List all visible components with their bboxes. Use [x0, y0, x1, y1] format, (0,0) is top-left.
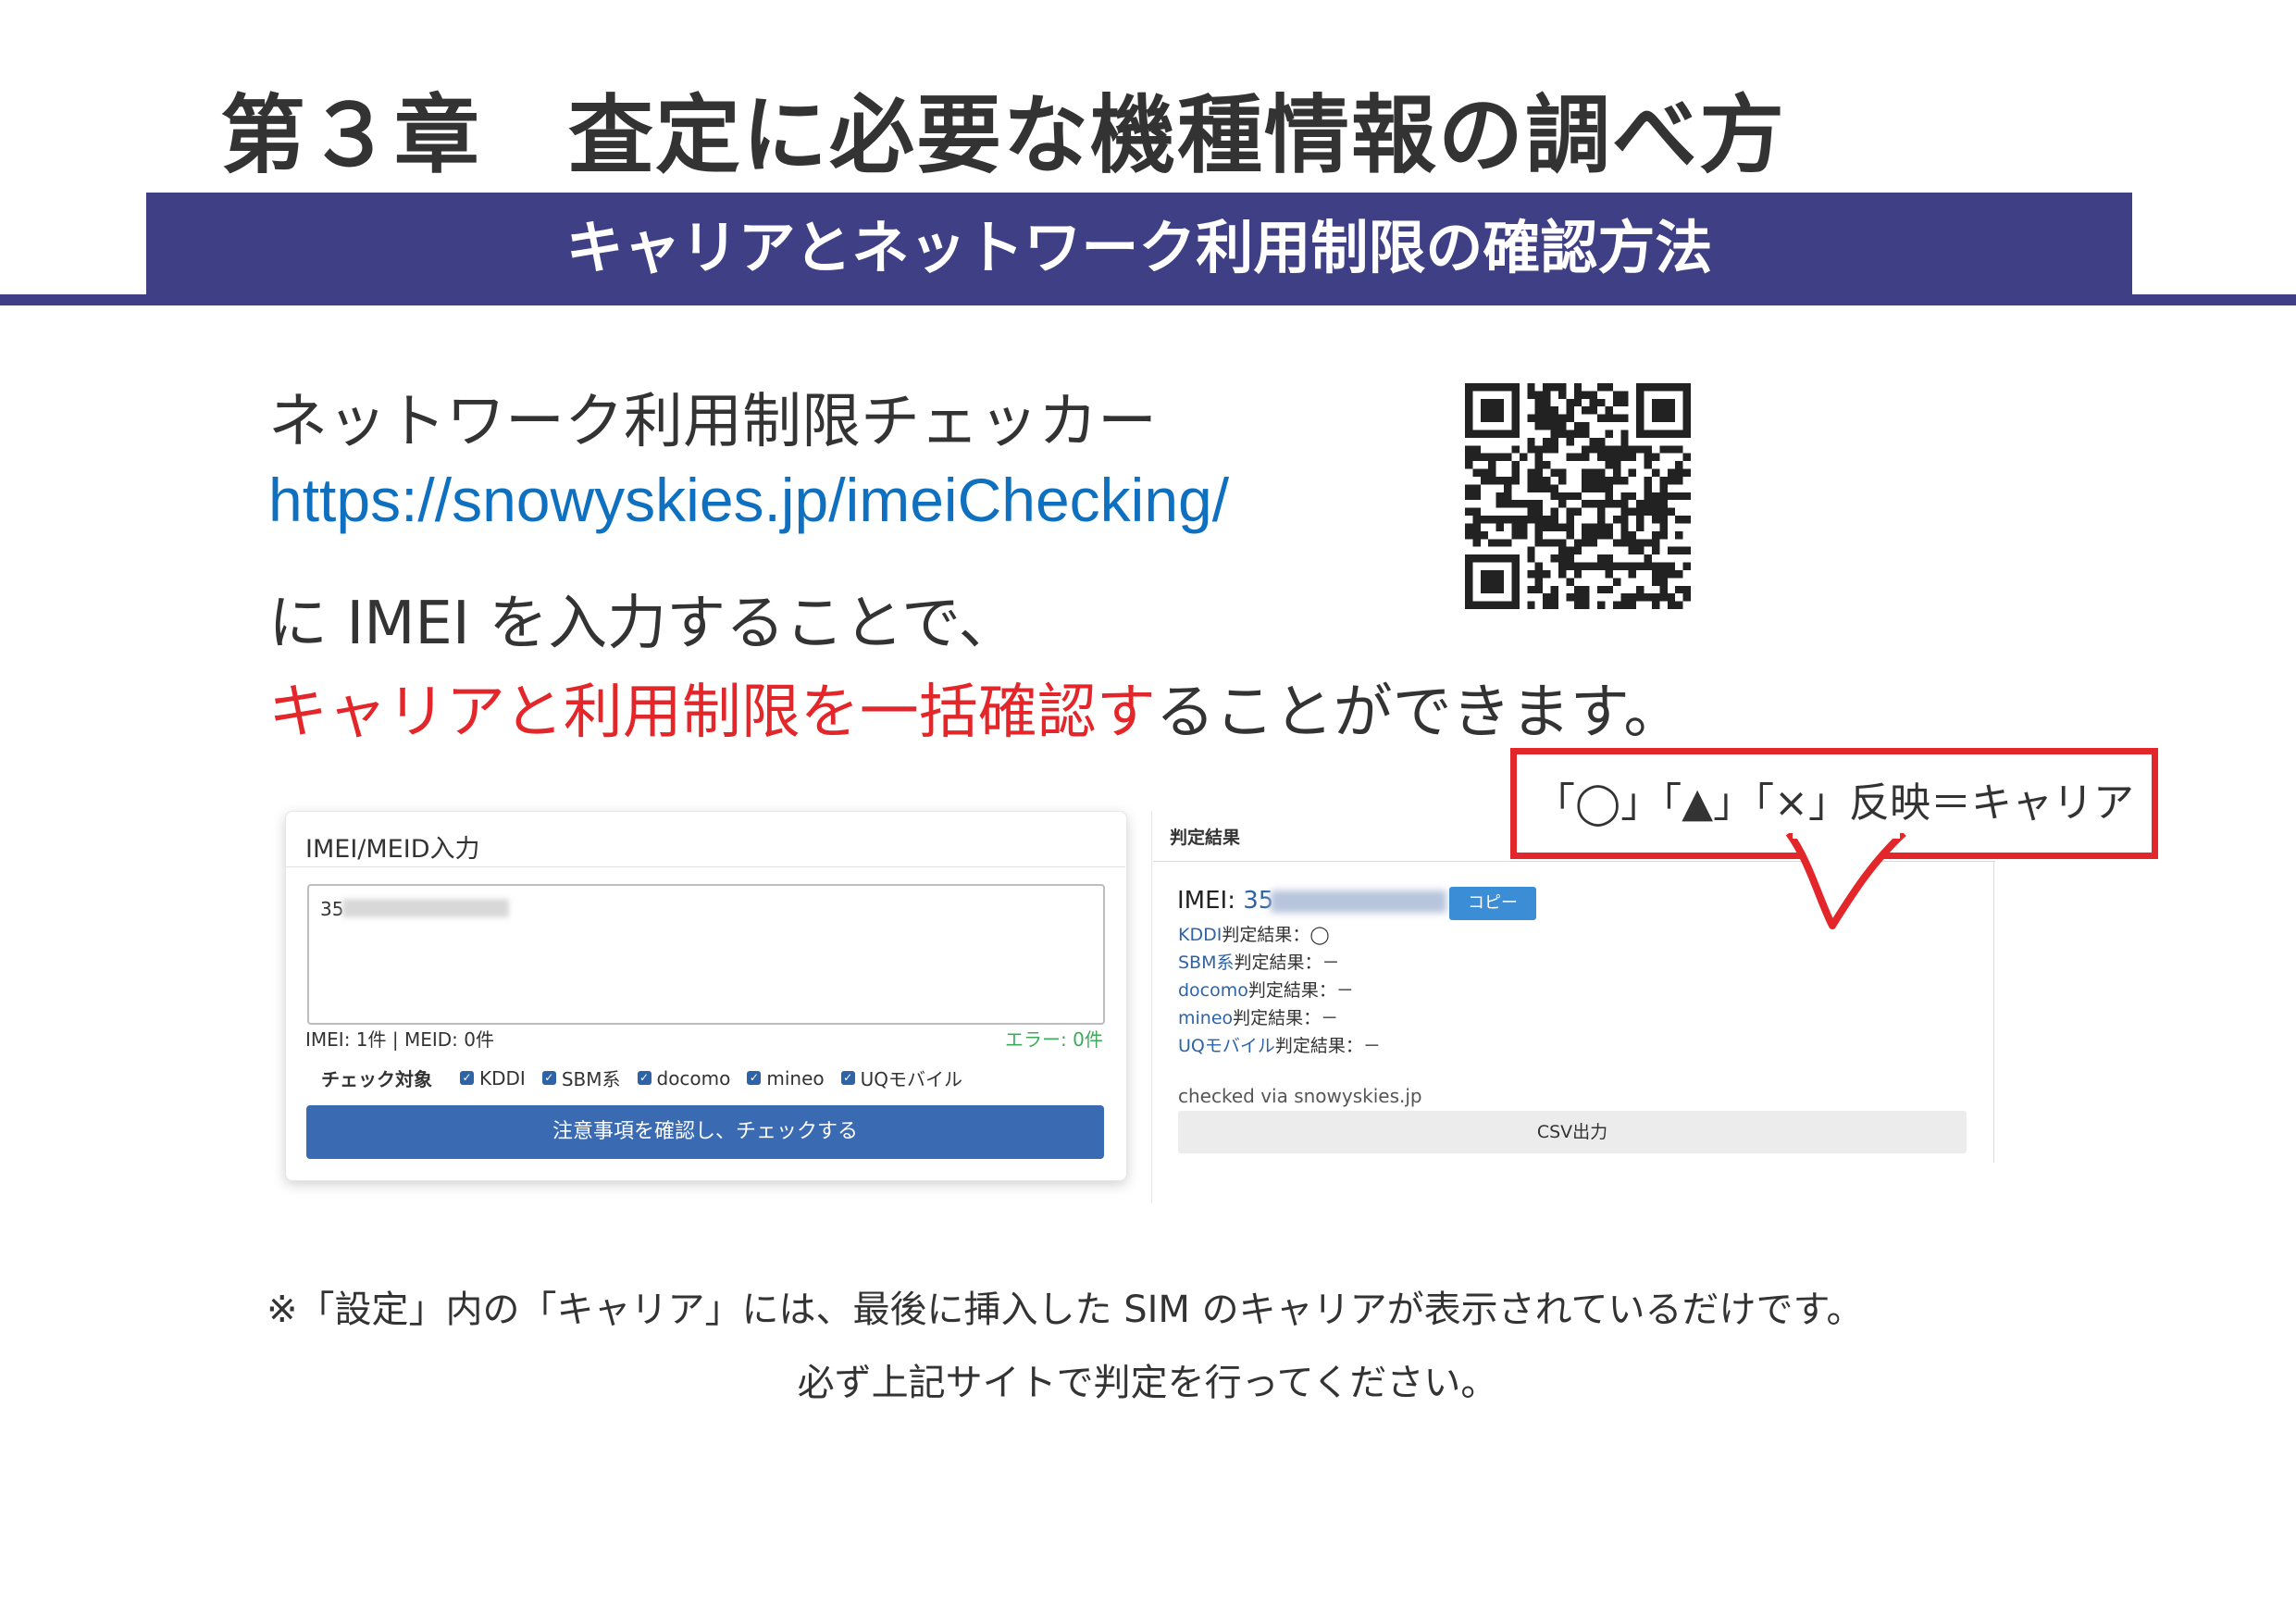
lead-line-4-rest: ることができます。 — [1155, 679, 1683, 747]
checkbox-label: docomo — [656, 1066, 731, 1090]
imei-value: 35 — [1243, 887, 1274, 915]
checkbox-label: mineo — [766, 1066, 825, 1090]
checkbox-uq[interactable]: ✓ — [840, 1071, 855, 1085]
blurred-imei — [342, 899, 509, 917]
checkbox-label: KDDI — [479, 1066, 526, 1090]
lead-line-1: ネットワーク利用制限チェッカー — [268, 388, 1157, 456]
divider — [285, 866, 1125, 867]
lead-line-3: に IMEI を入力することで、 — [268, 590, 1018, 658]
copy-button[interactable]: コピー — [1449, 887, 1536, 920]
checkbox-label: SBM系 — [561, 1068, 621, 1090]
result-value: 判定結果：－ — [1274, 1036, 1381, 1056]
csv-export-button[interactable]: CSV出力 — [1178, 1111, 1967, 1153]
carrier-link[interactable]: SBM系 — [1178, 953, 1235, 973]
checkbox-mineo[interactable]: ✓ — [747, 1071, 762, 1085]
checkbox-kddi[interactable]: ✓ — [460, 1071, 474, 1085]
result-value: 判定結果：◯ — [1222, 925, 1330, 945]
input-count: IMEI: 1件 | MEID: 0件 — [305, 1028, 494, 1051]
result-panel-title: 判定結果 — [1170, 828, 1241, 848]
imei-label: IMEI: — [1177, 887, 1235, 915]
carrier-link[interactable]: mineo — [1178, 1008, 1233, 1028]
checker-url-link[interactable]: https://snowyskies.jp/imeiChecking/ — [268, 465, 1229, 535]
carrier-link[interactable]: docomo — [1178, 980, 1248, 1001]
input-panel-title: IMEI/MEID入力 — [305, 835, 480, 864]
note-line-2: 必ず上記サイトで判定を行ってください。 — [797, 1362, 1498, 1404]
carrier-link[interactable]: KDDI — [1178, 925, 1222, 945]
qr-code[interactable] — [1465, 383, 1691, 609]
section-band-title: キャリアとネットワーク利用制限の確認方法 — [565, 214, 1713, 281]
checkbox-sbm[interactable]: ✓ — [541, 1071, 556, 1085]
imei-textarea-value: 35 — [320, 898, 344, 920]
result-value: 判定結果：－ — [1233, 1008, 1339, 1028]
callout-pointer — [1785, 833, 1906, 929]
result-row: KDDI判定結果：◯ — [1178, 921, 1330, 946]
carrier-link[interactable]: UQモバイル — [1178, 1036, 1275, 1056]
check-targets-label: チェック対象 — [321, 1068, 432, 1090]
lead-highlight: キャリアと利用制限を一括確認す — [268, 679, 1156, 747]
result-row: UQモバイル判定結果：－ — [1178, 1032, 1381, 1057]
check-targets: チェック対象 ✓ KDDI ✓ SBM系 ✓ docomo ✓ mineo ✓ UQモバイ… — [321, 1065, 962, 1091]
panel-border — [1151, 811, 1152, 1203]
result-value: 判定結果：－ — [1247, 980, 1354, 1001]
result-row: SBM系判定結果：－ — [1178, 949, 1340, 974]
result-row: docomo判定結果：－ — [1178, 977, 1354, 1002]
panel-border — [1993, 861, 1994, 1163]
error-count: エラー: 0件 — [1005, 1028, 1103, 1051]
result-row: mineo判定結果：－ — [1178, 1004, 1338, 1029]
result-imei: IMEI: 35 — [1177, 887, 1273, 915]
lead-line-4: キャリアと利用制限を一括確認することができます。 — [268, 665, 1682, 750]
result-value: 判定結果：－ — [1234, 953, 1340, 973]
note-line-1: ※「設定」内の「キャリア」には、最後に挿入した SIM のキャリアが表示されてい… — [267, 1289, 1864, 1331]
check-submit-button[interactable]: 注意事項を確認し、チェックする — [306, 1105, 1104, 1159]
checked-via: checked via snowyskies.jp — [1178, 1085, 1422, 1107]
checkbox-docomo[interactable]: ✓ — [637, 1071, 652, 1085]
chapter-title: 第３章 査定に必要な機種情報の調べ方 — [220, 86, 1787, 185]
checkbox-label: UQモバイル — [860, 1068, 963, 1090]
blurred-imei — [1271, 890, 1446, 913]
